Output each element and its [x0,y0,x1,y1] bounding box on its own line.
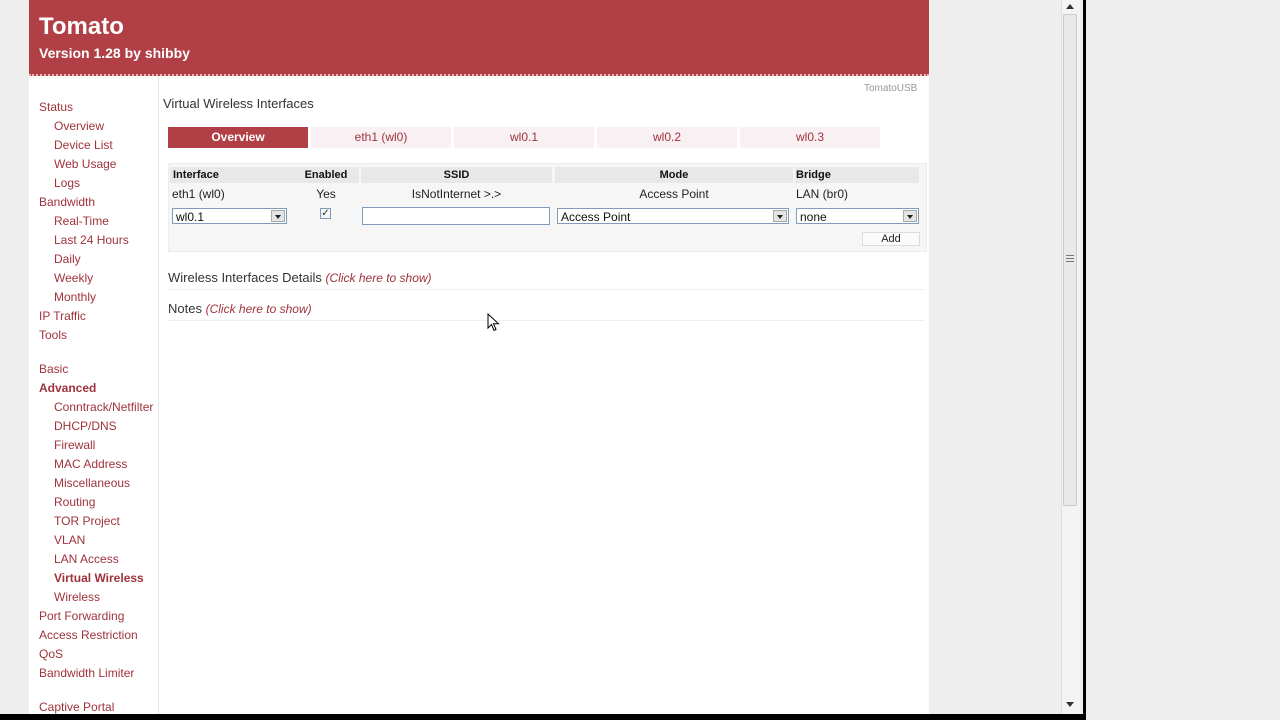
sidebar-item-miscellaneous[interactable]: Miscellaneous [54,476,130,490]
sidebar-item-device-list[interactable]: Device List [54,138,113,152]
sidebar-item-last-24-hours[interactable]: Last 24 Hours [54,233,129,247]
add-button[interactable]: Add [862,232,920,246]
sidebar-item-captive-portal[interactable]: Captive Portal [39,700,114,714]
sidebar-item-lan-access[interactable]: LAN Access [54,552,119,566]
notes-title: Notes [168,301,202,316]
interface-select-value: wl0.1 [176,210,205,224]
chevron-down-icon[interactable] [773,210,787,222]
details-title: Wireless Interfaces Details [168,270,322,285]
notes-section: Notes (Click here to show) [168,301,312,316]
sidebar-item-access-restriction[interactable]: Access Restriction [39,628,138,642]
details-section: Wireless Interfaces Details (Click here … [168,270,432,285]
app-title: Tomato [39,13,124,40]
grip-icon [1066,255,1074,263]
sidebar-item-ip-traffic[interactable]: IP Traffic [39,309,86,323]
tab-wl0-1[interactable]: wl0.1 [454,127,594,148]
page: Tomato Version 1.28 by shibby Status Ove… [29,0,929,720]
col-header-mode: Mode [555,167,793,183]
chevron-down-icon[interactable] [903,210,917,222]
interface-select[interactable]: wl0.1 [172,208,287,224]
mouse-cursor-icon [487,313,500,332]
sidebar-item-status[interactable]: Status [39,100,73,114]
cell-interface: eth1 (wl0) [172,187,225,201]
window-border [0,714,1086,720]
sidebar-item-qos[interactable]: QoS [39,647,63,661]
tab-wl0-3[interactable]: wl0.3 [740,127,880,148]
cell-bridge: LAN (br0) [796,187,849,201]
divider [168,289,925,290]
sidebar-item-bandwidth[interactable]: Bandwidth [39,195,95,209]
tab-overview[interactable]: Overview [168,127,308,148]
col-header-interface: Interface [170,167,293,183]
sidebar-item-daily[interactable]: Daily [54,252,81,266]
chevron-down-icon[interactable] [271,210,285,222]
sidebar-item-conntrack-netfilter[interactable]: Conntrack/Netfilter [54,400,153,414]
sidebar: Status Overview Device List Web Usage Lo… [29,76,159,720]
sidebar-item-bandwidth-limiter[interactable]: Bandwidth Limiter [39,666,134,680]
section-title: Virtual Wireless Interfaces [163,96,314,111]
sidebar-item-basic[interactable]: Basic [39,362,68,376]
window-border [1083,0,1086,720]
sidebar-item-monthly[interactable]: Monthly [54,290,96,304]
sidebar-item-port-forwarding[interactable]: Port Forwarding [39,609,124,623]
enabled-checkbox[interactable]: ✓ [320,208,331,219]
header-banner: Tomato Version 1.28 by shibby [29,0,929,76]
mode-select-value: Access Point [561,210,631,224]
sidebar-item-wireless[interactable]: Wireless [54,590,100,604]
mode-select[interactable]: Access Point [557,208,789,224]
cell-mode: Access Point [639,187,709,201]
col-header-bridge: Bridge [795,167,919,183]
sidebar-item-tools[interactable]: Tools [39,328,67,342]
bridge-select-value: none [800,210,827,224]
notes-show-link[interactable]: (Click here to show) [206,302,312,316]
sidebar-item-advanced[interactable]: Advanced [39,381,96,395]
brand-label: TomatoUSB [864,83,918,94]
ssid-input[interactable] [362,207,550,225]
col-header-enabled: Enabled [293,167,359,183]
details-show-link[interactable]: (Click here to show) [326,271,432,285]
sidebar-item-mac-address[interactable]: MAC Address [54,457,127,471]
tab-eth1-wl0[interactable]: eth1 (wl0) [311,127,451,148]
tab-wl0-2[interactable]: wl0.2 [597,127,737,148]
sidebar-item-firewall[interactable]: Firewall [54,438,95,452]
cell-enabled: Yes [316,187,336,201]
divider [168,320,925,321]
sidebar-item-routing[interactable]: Routing [54,495,95,509]
sidebar-item-weekly[interactable]: Weekly [54,271,93,285]
col-header-ssid: SSID [361,167,552,183]
app-version: Version 1.28 by shibby [39,45,190,61]
sidebar-item-web-usage[interactable]: Web Usage [54,157,116,171]
sidebar-item-virtual-wireless[interactable]: Virtual Wireless [54,571,144,585]
sidebar-item-vlan[interactable]: VLAN [54,533,85,547]
scroll-down-arrow-icon[interactable] [1061,698,1079,712]
bridge-select[interactable]: none [796,208,919,224]
cell-ssid: IsNotInternet >.> [411,187,502,201]
sidebar-item-tor-project[interactable]: TOR Project [54,514,120,528]
sidebar-item-logs[interactable]: Logs [54,176,80,190]
sidebar-item-real-time[interactable]: Real-Time [54,214,109,228]
sidebar-item-dhcp-dns[interactable]: DHCP/DNS [54,419,117,433]
sidebar-item-overview[interactable]: Overview [54,119,104,133]
scroll-up-arrow-icon[interactable] [1061,0,1079,14]
